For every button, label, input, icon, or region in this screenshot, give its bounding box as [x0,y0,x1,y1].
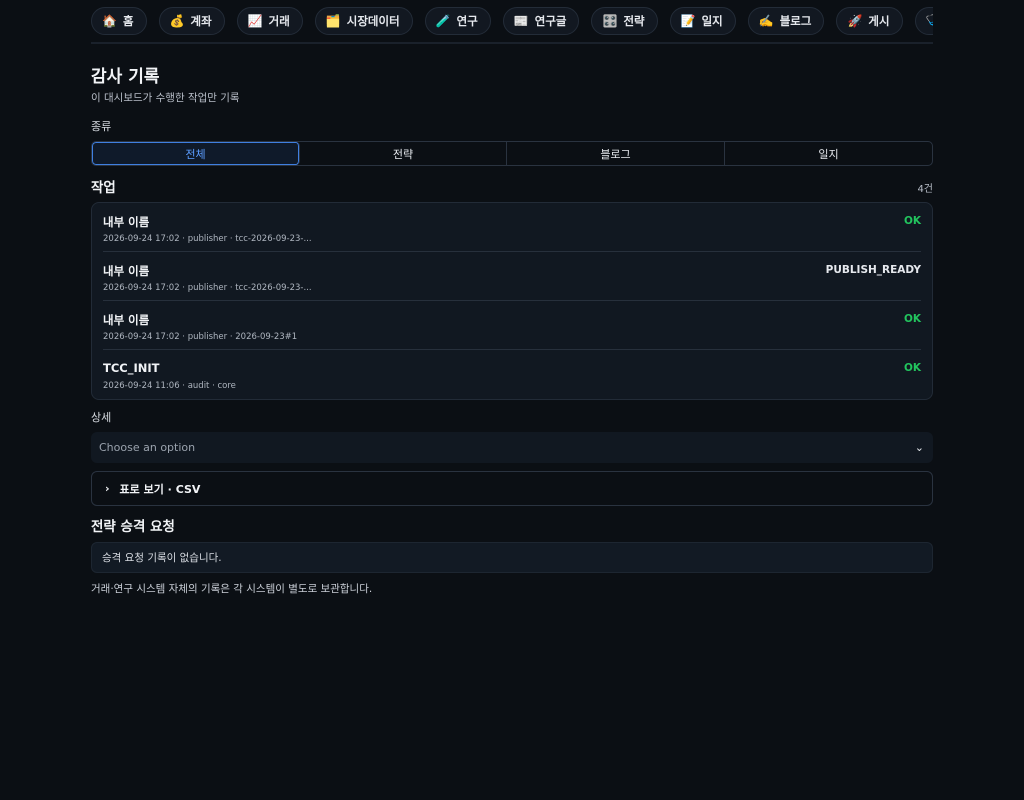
job-name: TCC_INIT [103,361,160,375]
type-filter-segmented: 전체 전략 블로그 일지 [91,141,933,166]
table-view-label: 표로 보기 · CSV [119,482,201,496]
nav-item-9[interactable]: 🚀 게시 [836,7,903,35]
nav-item-label: 게시 [868,14,890,28]
job-row[interactable]: 내부 이름 2026-09-24 17:02 · publisher · tcc-… [103,252,921,301]
nav-item-label: 거래 [268,14,290,28]
nav-item-label: 블로그 [779,14,812,28]
approvals-empty-notice: 승격 요청 기록이 없습니다. [91,542,933,573]
nav-item-10[interactable]: 🩺시스템 [914,7,933,35]
job-status-badge: OK [903,313,921,325]
jobs-count: 4건 [917,184,933,195]
nav-item-icon: 🎛️ [602,14,618,28]
nav-item-6[interactable]: 🎛️ 전략 [591,7,658,35]
nav-item-icon: ✍️ [758,14,774,28]
job-status-badge: OK [903,362,921,374]
nav-item-2[interactable]: 📈 거래 [236,7,303,35]
page-title: 감사 기록 [91,67,160,87]
nav-item-1[interactable]: 💰 계좌 [158,7,225,35]
job-name: 내부 이름 [103,313,150,327]
nav-item-label: 연구 [456,14,478,28]
jobs-list: 내부 이름 2026-09-24 17:02 · publisher · tcc-… [91,202,933,400]
nav-item-label: 연구글 [534,14,567,28]
job-meta: 2026-09-24 17:02 · publisher · tcc-2026-… [103,234,312,244]
page-subtitle: 이 대시보드가 수행한 작업만 기록 [91,92,240,104]
detail-label: 상세 [91,411,112,424]
filter-option-2[interactable]: 블로그 [507,142,725,165]
nav-item-icon: 📝 [680,14,696,28]
footer-note: 거래·연구 시스템 자체의 기록은 각 시스템이 별도로 보관합니다. [91,583,373,595]
detail-select-placeholder: Choose an option [99,441,196,454]
top-nav: 🏠홈💰계좌📈거래🗂️시장데이터🧪연구📰연구글🎛️전략📝일지✍️블로그🚀게시🩺시스… [91,0,933,44]
nav-item-7[interactable]: 📝 일지 [669,7,736,35]
detail-select[interactable]: Choose an option ⌄ [91,432,933,463]
approvals-empty-text: 승격 요청 기록이 없습니다. [102,552,222,564]
nav-item-icon: 💰 [169,14,185,28]
app-root: 🏠홈💰계좌📈거래🗂️시장데이터🧪연구📰연구글🎛️전략📝일지✍️블로그🚀게시🩺시스… [91,0,933,595]
nav-item-icon: 📰 [513,14,529,28]
table-view-expander[interactable]: › 표로 보기 · CSV [91,471,933,506]
nav-item-icon: 📈 [247,14,263,28]
job-meta: 2026-09-24 11:06 · audit · core [103,381,236,391]
approvals-title: 전략 승격 요청 [91,519,175,535]
filter-option-3[interactable]: 일지 [725,142,932,165]
nav-item-label: 일지 [701,14,723,28]
nav-item-8[interactable]: ✍️ 블로그 [747,7,825,35]
nav-item-label: 전략 [623,14,645,28]
job-row[interactable]: TCC_INIT 2026-09-24 11:06 · audit · core O… [103,350,921,399]
nav-item-icon: 🩺 [926,14,933,28]
nav-item-label: 시장데이터 [346,14,400,28]
filter-option-0[interactable]: 전체 [92,142,300,165]
nav-item-icon: 🚀 [847,14,863,28]
chevron-down-icon: ⌄ [914,441,924,454]
nav-item-label: 계좌 [190,14,212,28]
filter-label: 종류 [91,120,112,133]
nav-item-0[interactable]: 🏠 홈 [91,7,147,35]
nav-item-4[interactable]: 🧪 연구 [424,7,491,35]
job-meta: 2026-09-24 17:02 · publisher · tcc-2026-… [103,283,312,293]
nav-item-5[interactable]: 📰 연구글 [502,7,580,35]
nav-item-icon: 🏠 [102,14,117,28]
nav-item-3[interactable]: 🗂️ 시장데이터 [314,7,413,35]
job-status-badge: PUBLISH_READY [825,264,921,276]
nav-pill-list: 🏠홈💰계좌📈거래🗂️시장데이터🧪연구📰연구글🎛️전략📝일지✍️블로그🚀게시🩺시스… [91,7,933,35]
nav-item-label: 홈 [122,14,134,28]
job-meta: 2026-09-24 17:02 · publisher · 2026-09-2… [103,332,298,342]
chevron-right-icon: › [105,482,110,495]
nav-item-icon: 🗂️ [325,14,341,28]
job-status-badge: OK [903,215,921,227]
job-name: 내부 이름 [103,264,150,278]
job-name: 내부 이름 [103,215,150,229]
job-row[interactable]: 내부 이름 2026-09-24 17:02 · publisher · tcc-… [103,203,921,252]
job-row[interactable]: 내부 이름 2026-09-24 17:02 · publisher · 2026… [103,301,921,350]
jobs-title: 작업 [91,180,116,196]
filter-option-1[interactable]: 전략 [300,142,507,165]
nav-item-icon: 🧪 [435,14,451,28]
